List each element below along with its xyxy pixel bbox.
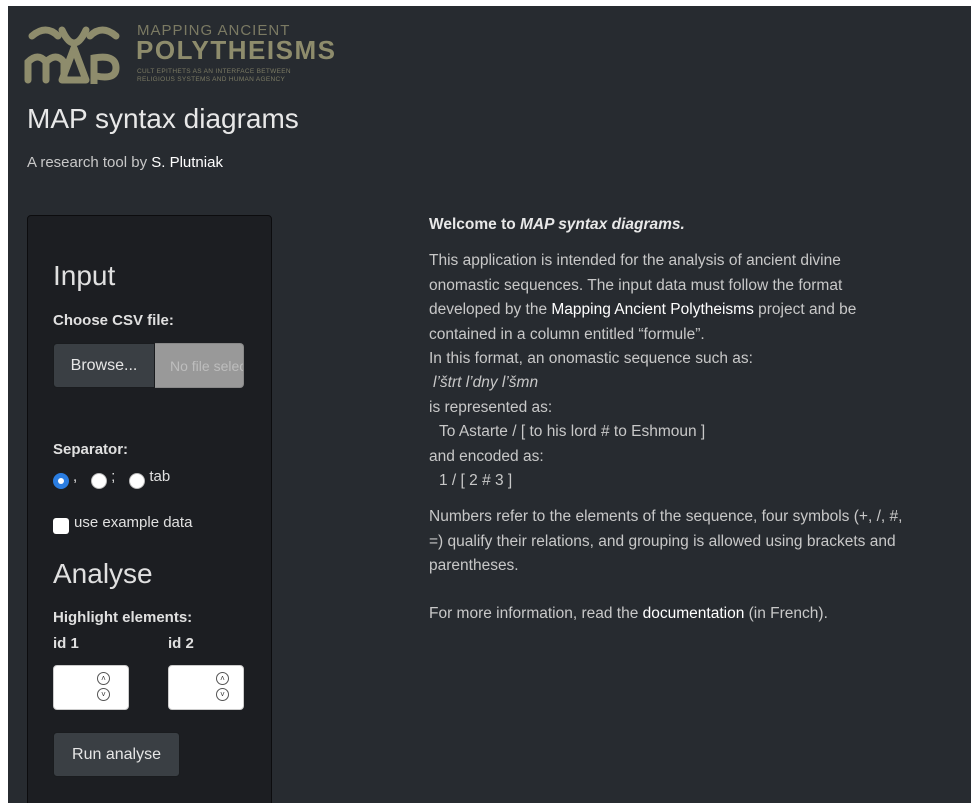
highlight-elements-label: Highlight elements: [53, 609, 193, 626]
separator-radio-tab[interactable] [129, 472, 146, 489]
format-line: In this format, an onomastic sequence su… [429, 350, 753, 368]
byline: A research tool by S. Plutniak [27, 154, 223, 171]
id1-number-input[interactable]: ˄ ˅ [53, 665, 129, 710]
documentation-link[interactable]: documentation [643, 605, 745, 622]
example-encoded: 1 / [ 2 # 3 ] [439, 472, 513, 490]
input-heading: Input [53, 260, 116, 291]
id1-spinner[interactable]: ˄ ˅ [97, 672, 110, 702]
page-title: MAP syntax diagrams [27, 103, 299, 134]
run-analyse-button[interactable]: Run analyse [53, 732, 180, 777]
separator-label: Separator: [53, 441, 129, 458]
intro-paragraph: This application is intended for the ana… [429, 249, 909, 347]
spin-up-icon[interactable]: ˄ [97, 672, 110, 685]
spin-up-icon[interactable]: ˄ [216, 672, 229, 685]
file-name-field[interactable]: No file selected [155, 343, 244, 388]
byline-prefix: A research tool by [27, 154, 152, 171]
map-project-link[interactable]: Mapping Ancient Polytheisms [551, 301, 753, 318]
sidebar-panel: Input Choose CSV file: Browse... No file… [27, 215, 272, 803]
id2-spinner[interactable]: ˄ ˅ [216, 672, 229, 702]
logo-text-polytheisms: POLYTHEISMS [136, 35, 337, 65]
example-original: l’štrt l’dny l’šmn [433, 374, 539, 392]
separator-radio-group: , ; tab [53, 468, 184, 489]
example-data-label: use example data [74, 514, 193, 531]
id2-label: id 2 [168, 635, 194, 652]
analyse-heading: Analyse [53, 558, 153, 589]
main-content: Welcome to MAP syntax diagrams. This app… [429, 213, 909, 626]
map-logo[interactable]: MAPPING ANCIENT POLYTHEISMS CULT EPITHET… [24, 16, 344, 94]
author-link[interactable]: S. Plutniak [151, 154, 223, 171]
more-info-prefix: For more information, read the [429, 604, 643, 622]
explanation-paragraph: Numbers refer to the elements of the seq… [429, 508, 903, 575]
id2-number-input[interactable]: ˄ ˅ [168, 665, 244, 710]
encoded-line: and encoded as: [429, 447, 544, 465]
represented-line: is represented as: [429, 398, 553, 416]
logo-tagline-1: CULT EPITHETS AS AN INTERFACE BETWEEN [137, 68, 291, 75]
spin-down-icon[interactable]: ˅ [97, 688, 110, 701]
separator-option-comma-label: , [73, 468, 78, 485]
choose-file-label: Choose CSV file: [53, 312, 174, 329]
example-data-checkbox[interactable] [53, 517, 69, 534]
welcome-prefix: Welcome to [429, 216, 521, 233]
spin-down-icon[interactable]: ˅ [216, 688, 229, 701]
separator-option-tab-label: tab [149, 468, 171, 485]
map-logo-mark-icon [24, 26, 120, 84]
logo-tagline-2: RELIGIOUS SYSTEMS AND HUMAN AGENCY [137, 76, 286, 83]
more-info-paragraph: For more information, read the documenta… [429, 602, 909, 626]
separator-option-semicolon-label: ; [111, 468, 116, 485]
app-container: MAPPING ANCIENT POLYTHEISMS CULT EPITHET… [8, 6, 971, 803]
separator-radio-semicolon[interactable] [91, 472, 108, 489]
welcome-heading: Welcome to MAP syntax diagrams. [429, 213, 909, 237]
separator-radio-comma[interactable] [53, 472, 69, 489]
id1-label: id 1 [53, 635, 79, 652]
example-represented: To Astarte / [ to his lord # to Eshmoun … [439, 423, 706, 441]
file-input-group: Browse... No file selected [53, 343, 246, 388]
browse-button[interactable]: Browse... [53, 343, 155, 388]
welcome-app-name: MAP syntax diagrams. [520, 216, 685, 233]
example-data-option: use example data [53, 514, 193, 534]
more-info-suffix: (in French). [744, 604, 828, 622]
